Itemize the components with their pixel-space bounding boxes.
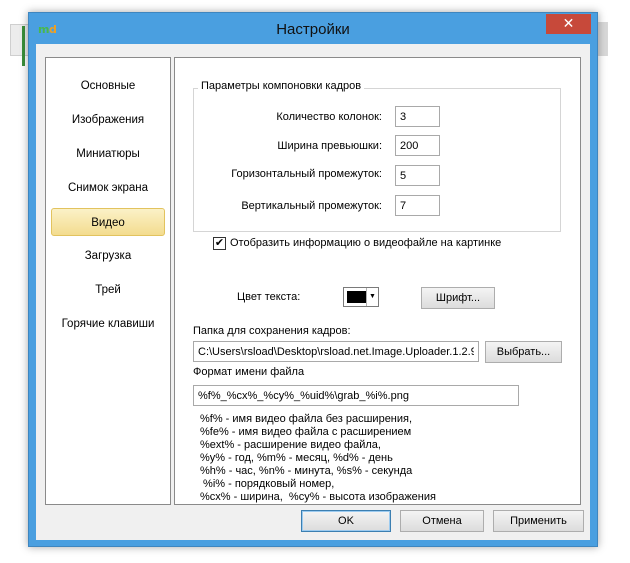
thumb-width-input[interactable] [395,135,440,156]
help-line: %cx% - ширина, %cy% - высота изображения [200,491,436,503]
h-gap-input[interactable] [395,165,440,186]
close-button[interactable]: ✕ [546,14,591,34]
save-folder-label: Папка для сохранения кадров: [193,325,351,337]
nav-item-screenshot[interactable]: Снимок экрана [51,174,165,202]
color-swatch [347,291,366,303]
close-icon: ✕ [562,15,575,31]
title-bar[interactable]: md Настройки ✕ [29,13,597,45]
columns-input[interactable] [395,106,440,127]
text-color-picker[interactable]: ▼ [343,287,379,307]
font-button[interactable]: Шрифт... [421,287,495,309]
help-line: %h% - час, %n% - минута, %s% - секунда [200,465,413,477]
ok-button[interactable]: OK [301,510,391,532]
help-line: %i% - порядковый номер, [200,478,335,490]
text-color-label: Цвет текста: [237,291,301,303]
show-video-info-label[interactable]: Отобразить информацию о видеофайле на ка… [230,237,501,249]
settings-dialog: md Настройки ✕ Основные Изображения Мини… [28,12,598,547]
save-folder-input[interactable] [193,341,479,362]
nav-item-thumbnails[interactable]: Миниатюры [51,140,165,168]
nav-item-video[interactable]: Видео [51,208,165,236]
thumb-width-label: Ширина превьюшки: [277,140,382,152]
help-line: %f% - имя видео файла без расширения, [200,413,413,425]
apply-button[interactable]: Применить [493,510,584,532]
columns-label: Количество колонок: [276,111,382,123]
nav-item-general[interactable]: Основные [51,72,165,100]
cancel-button[interactable]: Отмена [400,510,484,532]
dialog-client-area: Основные Изображения Миниатюры Снимок эк… [36,44,590,540]
checkmark-icon: ✔ [214,237,225,249]
filename-format-label: Формат имени файла [193,366,305,378]
settings-nav: Основные Изображения Миниатюры Снимок эк… [45,57,171,505]
filename-format-input[interactable] [193,385,519,406]
h-gap-label: Горизонтальный промежуток: [231,168,382,180]
nav-item-images[interactable]: Изображения [51,106,165,134]
background-window-edge [10,24,30,56]
nav-item-upload[interactable]: Загрузка [51,242,165,270]
v-gap-label: Вертикальный промежуток: [241,200,382,212]
show-video-info-checkbox[interactable]: ✔ [213,237,226,250]
help-line: %y% - год, %m% - месяц, %d% - день [200,452,393,464]
browse-button[interactable]: Выбрать... [485,341,562,363]
background-accent [22,26,25,66]
help-line: %ext% - расширение видео файла, [200,439,381,451]
video-settings-panel: Параметры компоновки кадров Количество к… [174,57,581,505]
window-title: Настройки [276,21,350,38]
frame-layout-group-title: Параметры компоновки кадров [198,80,365,92]
chevron-down-icon: ▼ [366,288,378,306]
help-line: %fe% - имя видео файла с расширением [200,426,412,438]
nav-item-hotkeys[interactable]: Горячие клавиши [51,310,165,338]
v-gap-input[interactable] [395,195,440,216]
nav-item-tray[interactable]: Трей [51,276,165,304]
